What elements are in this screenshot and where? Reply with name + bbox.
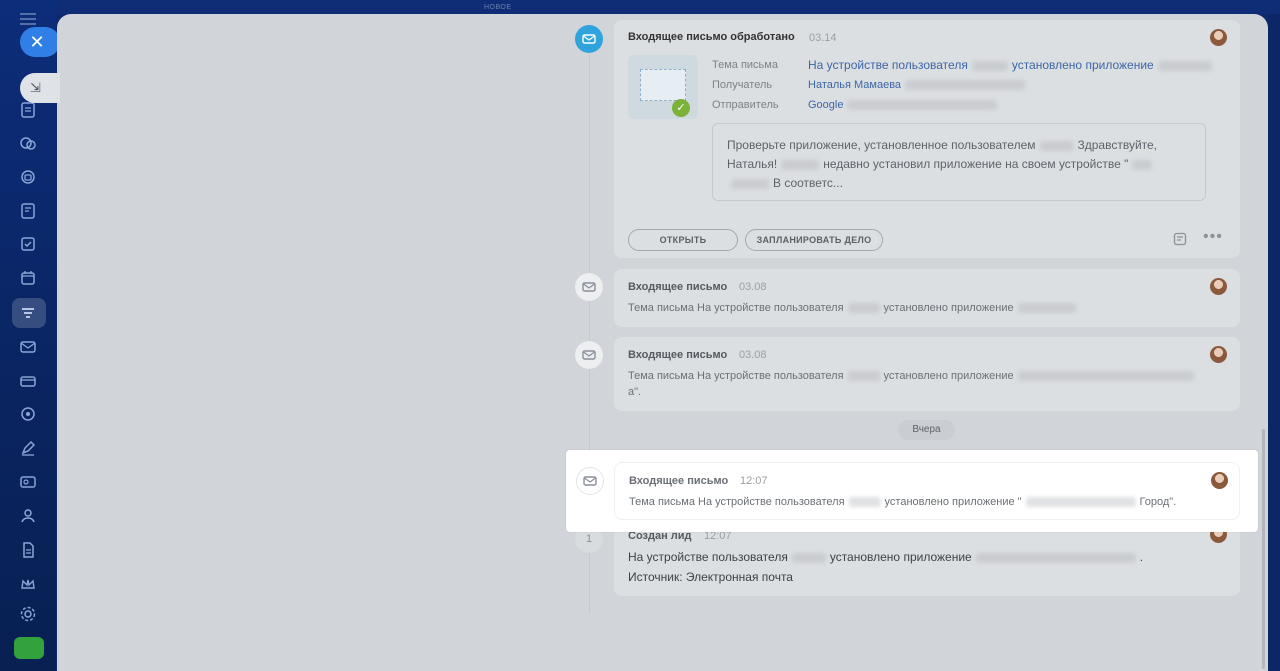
slider-panel: Входящее письмо обработано 03.14 ✓ Тема … [57, 14, 1268, 671]
mail-icon[interactable] [18, 337, 38, 357]
email-icon [576, 467, 604, 495]
avatar[interactable] [1211, 472, 1228, 489]
settings-icon[interactable] [18, 604, 38, 624]
item-time: 03.08 [739, 349, 767, 361]
item-title: Входящее письмо [628, 281, 728, 293]
timeline-item-email[interactable]: Входящее письмо 03.08 Тема письма На уст… [614, 269, 1240, 327]
burger-icon[interactable] [20, 12, 36, 25]
task-icon[interactable] [18, 234, 38, 254]
item-title: Входящее письмо [629, 475, 729, 487]
envelope-icon [640, 69, 686, 101]
topbar-label: НОВОЕ [484, 4, 512, 11]
avatar[interactable] [1210, 278, 1227, 295]
item-title: Входящее письмо обработано [628, 31, 795, 43]
scrollbar[interactable] [1262, 429, 1265, 669]
more-icon[interactable]: ••• [1203, 228, 1223, 246]
item-time: 03.08 [739, 281, 767, 293]
pin-icon: ⇲ [30, 80, 41, 95]
sender-label: Отправитель [712, 99, 779, 111]
item-text-continued: а". [628, 386, 642, 398]
email-icon [575, 341, 603, 369]
pen-icon[interactable] [18, 438, 38, 458]
date-separator: Вчера [898, 420, 955, 440]
email-preview[interactable]: Проверьте приложение, установленное поль… [712, 123, 1206, 201]
item-title: Входящее письмо [628, 349, 728, 361]
page-edge [1268, 14, 1280, 671]
chat-icon[interactable] [18, 134, 38, 154]
close-slider-button[interactable]: ✕ [20, 27, 60, 57]
calendar-icon[interactable] [18, 268, 38, 288]
item-text: Тема письма На устройстве пользователя ус… [628, 370, 1198, 382]
timeline-item-email[interactable]: Входящее письмо 12:07 Тема письма На уст… [614, 462, 1240, 520]
item-text: Тема письма На устройстве пользователя ус… [629, 496, 1177, 508]
item-time: 03.14 [809, 32, 837, 44]
timeline-item-processed-email[interactable]: Входящее письмо обработано 03.14 ✓ Тема … [614, 20, 1240, 258]
lead-text-line1: На устройстве пользователя установлено пр… [628, 550, 1144, 564]
document-icon[interactable] [18, 100, 38, 120]
recipient-label: Получатель [712, 79, 773, 91]
market-icon[interactable] [14, 637, 44, 659]
funnel-icon[interactable] [18, 303, 38, 323]
sender-value[interactable]: Google [808, 99, 1001, 111]
email-processed-icon [575, 25, 603, 53]
check-icon: ✓ [672, 99, 690, 117]
timeline-item-email[interactable]: Входящее письмо 03.08 Тема письма На уст… [614, 337, 1240, 411]
subject-label: Тема письма [712, 59, 778, 71]
subject-value[interactable]: На устройстве пользователя установлено пр… [808, 58, 1216, 72]
recipient-value[interactable]: Наталья Мамаева [808, 79, 1029, 91]
open-button[interactable]: ОТКРЫТЬ [628, 229, 738, 251]
envelope-illustration: ✓ [628, 55, 698, 119]
card-icon[interactable] [18, 371, 38, 391]
support-icon[interactable] [18, 167, 38, 187]
team-icon[interactable] [18, 506, 38, 526]
file-icon[interactable] [18, 540, 38, 560]
target-icon[interactable] [18, 404, 38, 424]
close-icon: ✕ [29, 32, 45, 52]
avatar[interactable] [1210, 29, 1227, 46]
note-icon[interactable] [1173, 232, 1187, 249]
item-text: Тема письма На устройстве пользователя ус… [628, 302, 1080, 314]
avatar[interactable] [1210, 346, 1227, 363]
item-time: 12:07 [740, 475, 768, 487]
email-icon [575, 273, 603, 301]
pin-button[interactable]: ⇲ [20, 73, 60, 103]
schedule-activity-button[interactable]: ЗАПЛАНИРОВАТЬ ДЕЛО [745, 229, 883, 251]
highlighted-timeline-item: Входящее письмо 12:07 Тема письма На уст… [566, 450, 1258, 532]
lead-source: Источник: Электронная почта [628, 570, 793, 584]
notes-icon[interactable] [18, 201, 38, 221]
id-icon[interactable] [18, 472, 38, 492]
crown-icon[interactable] [18, 574, 38, 594]
top-bar: НОВОЕ [56, 0, 1280, 14]
